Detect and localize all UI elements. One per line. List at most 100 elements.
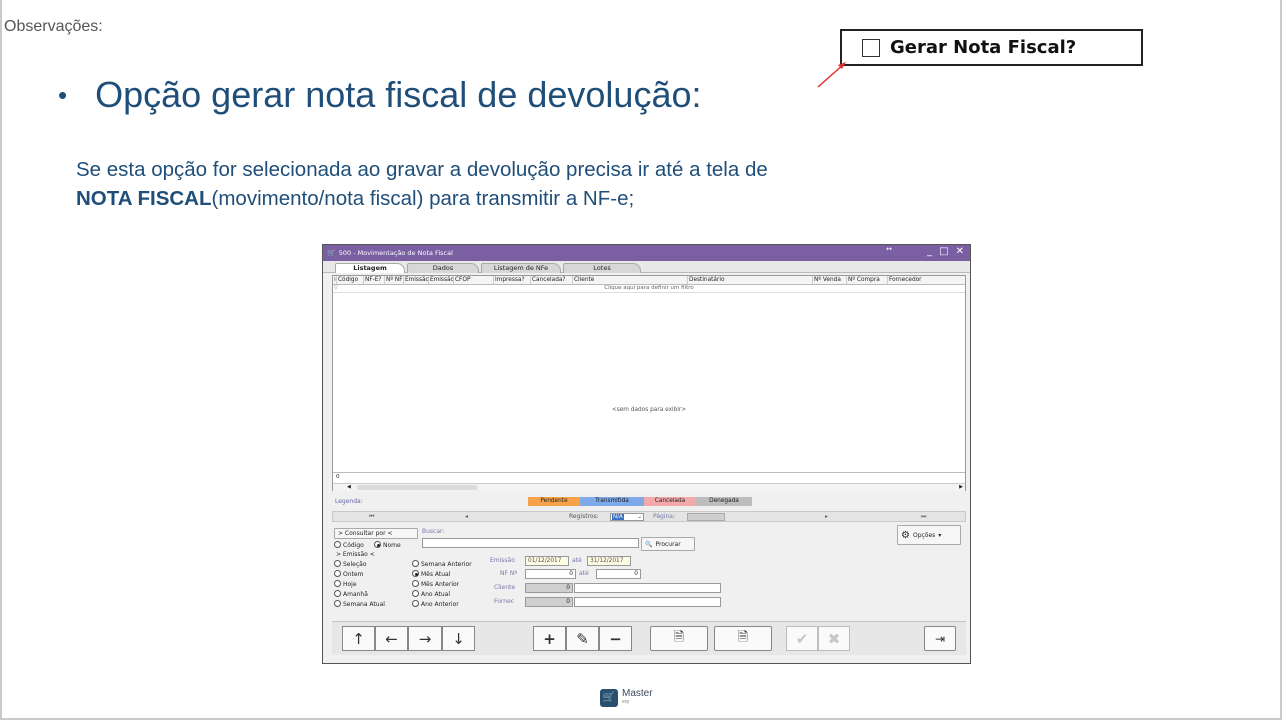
tab-listagem[interactable]: Listagem [335, 263, 405, 273]
col-cancelada[interactable]: Cancelada? [531, 276, 573, 284]
cart-icon: 🛒 [327, 249, 336, 257]
arrow-up-button[interactable]: ↑ [342, 626, 375, 651]
col-venda[interactable]: Nº Venda [813, 276, 847, 284]
scroll-left-icon[interactable]: ◀ [347, 484, 351, 490]
nf-from-field[interactable]: 0 [525, 569, 576, 579]
bullet-icon: • [58, 79, 68, 110]
procurar-button[interactable]: 🔍 Procurar [641, 537, 695, 551]
remove-button[interactable]: − [599, 626, 632, 651]
col-nf[interactable]: Nº NF [385, 276, 404, 284]
add-button[interactable]: + [533, 626, 566, 651]
document-gear-icon: 🗎 [673, 629, 685, 645]
grid-header: ⁞ Código NF-E? Nº NF Emissão Emissão CFO… [333, 276, 965, 285]
nf-to-field[interactable]: 0 [596, 569, 641, 579]
checkbox-icon[interactable] [862, 38, 880, 57]
bullet-title: • Opção gerar nota fiscal de devolução: [58, 74, 701, 116]
period-ano-atual[interactable]: Ano Atual [412, 590, 450, 598]
exit-button[interactable]: ⇥ [924, 626, 956, 651]
horizontal-scrollbar[interactable]: ◀ ▶ [333, 483, 965, 491]
col-codigo[interactable]: Código [337, 276, 364, 284]
col-emissao-2[interactable]: Emissão [429, 276, 454, 284]
gerar-nota-fiscal-checkbox[interactable]: Gerar Nota Fiscal? [840, 29, 1143, 66]
arrow-right-icon: → [418, 629, 432, 648]
action-toolbar: ↑ ← → ↓ + ✎ − 🗎 🗎 ✔ ✖ ⇥ [332, 621, 966, 655]
next-page-icon[interactable]: ▸ [825, 513, 828, 520]
col-emissao[interactable]: Emissão [404, 276, 429, 284]
description-bold: NOTA FISCAL [76, 187, 212, 210]
chevron-down-icon: ⌄ [637, 514, 642, 520]
registros-value: N/A [612, 514, 624, 520]
fornec-name-field[interactable] [574, 597, 721, 607]
period-ontem[interactable]: Ontem [334, 570, 363, 578]
first-page-icon[interactable]: ⏮ [369, 513, 374, 521]
col-cliente[interactable]: Cliente [573, 276, 688, 284]
tab-listagem-nfe[interactable]: Listagem de NFe [481, 263, 561, 273]
radio-nome[interactable]: Nome [374, 541, 401, 549]
data-grid[interactable]: ⁞ Código NF-E? Nº NF Emissão Emissão CFO… [332, 275, 966, 491]
close-icon[interactable]: ✕ [956, 246, 964, 257]
cliente-code-field[interactable]: 0 [525, 583, 573, 593]
emissao-header: > Emissão < [336, 551, 375, 558]
period-ano-anterior[interactable]: Ano Anterior [412, 600, 459, 608]
description-part1: Se esta opção for selecionada ao gravar … [76, 158, 768, 181]
resize-icon[interactable]: ↔ [886, 245, 892, 253]
emissao-to-field[interactable]: 31/12/2017 [587, 556, 631, 566]
consultar-por-button[interactable]: > Consultar por < [334, 528, 418, 539]
period-semana-anterior[interactable]: Semana Anterior [412, 560, 472, 568]
last-page-icon[interactable]: ⏭ [921, 513, 926, 521]
tab-lotes[interactable]: Lotes [563, 263, 641, 273]
maximize-icon[interactable]: □ [939, 246, 948, 257]
radio-icon[interactable] [334, 541, 341, 548]
cart-logo-icon: 🛒 [600, 689, 618, 707]
radio-selected-icon[interactable] [374, 541, 381, 548]
filter-icon: ▽ [334, 285, 338, 291]
col-impressa[interactable]: Impressa? [494, 276, 531, 284]
col-destinatario[interactable]: Destinatário [688, 276, 813, 284]
export-button[interactable]: 🗎 [714, 626, 772, 651]
pagina-select[interactable] [687, 513, 725, 521]
arrow-right-button[interactable]: → [408, 626, 442, 651]
prev-page-icon[interactable]: ◂ [465, 513, 468, 520]
tab-dados[interactable]: Dados [407, 263, 479, 273]
emissao-from-field[interactable]: 01/12/2017 [525, 556, 569, 566]
filter-row[interactable]: ▽ Clique aqui para definir um filtro [333, 285, 965, 293]
description-part2: (movimento/nota fiscal) para transmitir … [211, 187, 635, 210]
legend-label: Legenda: [335, 498, 363, 505]
period-mes-atual[interactable]: Mês Atual [412, 570, 450, 578]
col-nfe[interactable]: NF-E? [364, 276, 385, 284]
opcoes-button[interactable]: ⚙ Opções ▾ [897, 525, 961, 545]
scroll-track[interactable] [357, 485, 477, 490]
period-selecao[interactable]: Seleção [334, 560, 367, 568]
registros-label: Registros: [569, 513, 599, 520]
plus-icon: + [543, 629, 556, 648]
period-amanha[interactable]: Amanhã [334, 590, 368, 598]
minus-icon: − [609, 629, 622, 648]
arrow-left-button[interactable]: ← [375, 626, 408, 651]
minimize-icon[interactable]: _ [927, 246, 932, 257]
scroll-right-icon[interactable]: ▶ [959, 484, 963, 490]
edit-button[interactable]: ✎ [566, 626, 599, 651]
search-icon: 🔍 [645, 540, 653, 548]
period-semana-atual[interactable]: Semana Atual [334, 600, 385, 608]
report-button[interactable]: 🗎 [650, 626, 708, 651]
confirm-button[interactable]: ✔ [786, 626, 818, 651]
registros-select[interactable]: N/A ⌄ [610, 513, 644, 521]
bullet-title-text: Opção gerar nota fiscal de devolução: [95, 74, 702, 115]
col-fornecedor[interactable]: Fornecedor [888, 276, 943, 284]
window-title: 500 - Movimentação de Nota Fiscal [338, 249, 453, 257]
period-mes-anterior[interactable]: Mês Anterior [412, 580, 459, 588]
pencil-icon: ✎ [576, 629, 589, 648]
cancel-button[interactable]: ✖ [818, 626, 850, 651]
pagina-label: Página: [653, 513, 676, 520]
period-hoje[interactable]: Hoje [334, 580, 357, 588]
search-input[interactable] [422, 538, 639, 548]
legend-transmitida: Transmitida [580, 497, 644, 506]
col-cfop[interactable]: CFOP [454, 276, 494, 284]
cliente-name-field[interactable] [574, 583, 721, 593]
tab-bar: Listagem Dados Listagem de NFe Lotes [323, 261, 970, 273]
fornec-code-field[interactable]: 0 [525, 597, 573, 607]
radio-codigo[interactable]: Código [334, 541, 364, 549]
col-compra[interactable]: Nº Compra [847, 276, 888, 284]
window-titlebar: 🛒 500 - Movimentação de Nota Fiscal ↔ _ … [323, 245, 970, 261]
arrow-down-button[interactable]: ↓ [442, 626, 475, 651]
